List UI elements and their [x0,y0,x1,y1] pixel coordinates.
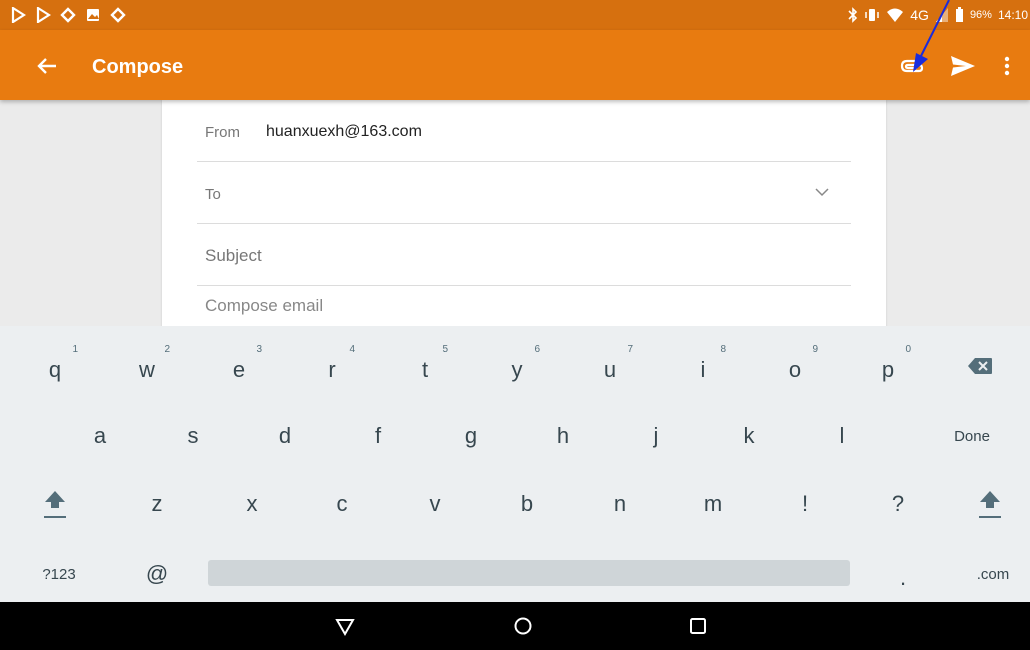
play-store-icon [36,7,51,23]
sync-icon [60,7,76,23]
key-h[interactable]: h [518,404,608,468]
to-label: To [205,186,221,203]
key-k[interactable]: k [704,404,794,468]
key-g[interactable]: g [426,404,516,468]
key-v[interactable]: v [390,472,480,536]
key-z[interactable]: z [112,472,202,536]
backspace-icon [968,358,992,374]
key-n[interactable]: n [575,472,665,536]
sync-icon [110,7,126,23]
key-s[interactable]: s [148,404,238,468]
key-q[interactable]: 1q [10,334,100,398]
key-a[interactable]: a [55,404,145,468]
subject-field[interactable]: Subject [197,224,851,286]
chevron-down-icon[interactable] [815,187,829,197]
screen: { "status_bar": { "network_label": "4G",… [0,0,1030,650]
recents-square-icon[interactable] [687,615,709,637]
bluetooth-icon [848,7,858,23]
shift-key-right[interactable] [945,472,1030,536]
key-exclamation[interactable]: ! [760,472,850,536]
battery-icon [955,7,963,22]
key-c[interactable]: c [297,472,387,536]
back-triangle-icon[interactable] [334,615,356,637]
status-bar: 4G 96% 14:10 [0,0,1030,30]
attach-icon[interactable] [898,55,926,77]
shift-icon [44,491,66,518]
key-x[interactable]: x [207,472,297,536]
system-status: 4G 96% 14:10 [848,6,1028,24]
symbols-key[interactable]: ?123 [14,542,104,606]
from-row[interactable]: From huanxuexh@163.com [197,112,851,162]
more-vert-icon[interactable] [1000,54,1014,78]
key-i[interactable]: 8i [658,334,748,398]
back-arrow-icon[interactable] [34,53,60,79]
page-title: Compose [92,56,184,78]
battery-percent: 96% [969,9,992,21]
key-y[interactable]: 6y [472,334,562,398]
image-icon [87,9,99,21]
system-nav-bar [0,602,1030,650]
key-j[interactable]: j [611,404,701,468]
notification-icons [10,6,126,24]
wifi-icon [887,8,904,22]
key-o[interactable]: 9o [750,334,840,398]
key-f[interactable]: f [333,404,423,468]
app-bar: Compose [0,30,1030,100]
key-at[interactable]: @ [112,542,202,606]
backspace-key[interactable] [935,334,1025,398]
key-l[interactable]: l [797,404,887,468]
subject-placeholder: Subject [205,246,262,265]
clock: 14:10 [997,8,1028,22]
space-key[interactable] [208,560,850,586]
send-icon[interactable] [950,55,976,77]
vibrate-icon [865,9,879,21]
key-r[interactable]: 4r [287,334,377,398]
compose-body-field[interactable]: Compose email [205,296,323,316]
shift-icon [979,491,1001,518]
key-m[interactable]: m [668,472,758,536]
dotcom-key[interactable]: .com [948,542,1030,606]
to-field[interactable]: To [197,162,851,224]
key-b[interactable]: b [482,472,572,536]
signal-icon [935,8,948,22]
key-t[interactable]: 5t [380,334,470,398]
key-d[interactable]: d [240,404,330,468]
key-p[interactable]: 0p [843,334,933,398]
key-w[interactable]: 2w [102,334,192,398]
from-address: huanxuexh@163.com [266,123,422,140]
key-u[interactable]: 7u [565,334,655,398]
shift-key-left[interactable] [10,472,100,536]
key-question[interactable]: ? [853,472,943,536]
key-e[interactable]: 3e [194,334,284,398]
key-period[interactable]: . [858,546,948,610]
play-store-icon [11,7,26,23]
soft-keyboard: 1q 2w 3e 4r 5t 6y 7u 8i 9o 0p a s d f g … [0,326,1030,602]
done-key[interactable]: Done [922,404,1022,468]
home-circle-icon[interactable] [512,615,534,637]
compose-form: From huanxuexh@163.com To Subject Compos… [162,100,886,330]
from-label: From [205,124,240,141]
network-type: 4G [910,7,929,23]
